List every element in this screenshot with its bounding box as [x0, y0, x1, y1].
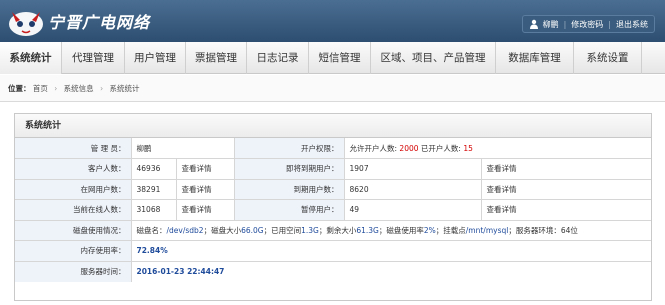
breadcrumb-current: 系统统计 — [109, 84, 140, 93]
separator: | — [563, 19, 567, 29]
expired-label: 到期用户数： — [234, 179, 345, 200]
stats-panel: 系统统计 管 理 员： 柳鹏 开户权限： 允许开户人数: 2000 已开户人数:… — [14, 113, 652, 301]
disk-label: 磁盘使用情况： — [15, 220, 132, 241]
disk-mount: /mnt/mysql — [465, 225, 509, 235]
memory-value: 72.84% — [131, 240, 651, 262]
disk-text: ；磁盘大小 — [203, 225, 242, 235]
server-time-value: 2016-01-23 22:44:47 — [136, 267, 225, 276]
disk-text: ；挂载点 — [435, 225, 466, 235]
breadcrumb-system-info[interactable]: 系统信息 — [64, 84, 94, 93]
disk-used: 1.3G — [301, 225, 319, 235]
disk-text: ；服务器环境：64位 — [508, 225, 578, 235]
disk-text: ；磁盘使用率 — [378, 225, 424, 235]
admin-value: 柳鹏 — [131, 138, 235, 159]
breadcrumb: 位置： 首页 › 系统信息 › 系统统计 — [0, 75, 665, 102]
customers-label: 客户人数： — [15, 158, 132, 180]
menu-item-database-management[interactable]: 数据库管理 — [496, 42, 574, 74]
current-online-label: 当前在线人数： — [15, 199, 132, 221]
disk-free: 61.3G — [356, 225, 379, 235]
main-menu: 系统统计 代理管理 用户管理 票据管理 日志记录 短信管理 区域、项目、产品管理… — [0, 42, 665, 74]
change-password-link[interactable]: 修改密码 — [571, 19, 603, 30]
disk-text: ；剩余大小 — [318, 225, 357, 235]
admin-label: 管 理 员： — [15, 138, 132, 159]
menu-item-agent-management[interactable]: 代理管理 — [62, 42, 125, 74]
current-detail-link[interactable]: 查看详情 — [176, 199, 235, 221]
menu-item-user-management[interactable]: 用户管理 — [125, 42, 186, 74]
table-row: 管 理 员： 柳鹏 开户权限： 允许开户人数: 2000 已开户人数: 15 — [15, 138, 651, 159]
online-value: 38291 — [131, 179, 177, 200]
customers-detail-link[interactable]: 查看详情 — [176, 158, 235, 180]
table-row: 客户人数： 46936 查看详情 即将到期用户： 1907 查看详情 — [15, 158, 651, 180]
table-row: 服务器时间： 2016-01-23 22:44:47 — [15, 261, 651, 282]
brand-name: 宁晋广电网络 — [48, 13, 151, 32]
expiring-label: 即将到期用户： — [234, 158, 345, 180]
perm-text-allowed: 允许开户人数: — [349, 143, 400, 153]
expired-detail-link[interactable]: 查看详情 — [481, 179, 651, 200]
paused-detail-link[interactable]: 查看详情 — [481, 199, 651, 221]
perm-label: 开户权限： — [234, 138, 345, 159]
logout-link[interactable]: 退出系统 — [616, 19, 648, 30]
disk-text: ；已用空间 — [263, 225, 302, 235]
online-detail-link[interactable]: 查看详情 — [176, 179, 235, 200]
logo-icon — [6, 4, 46, 38]
header: 宁晋广电网络 柳鹏 | 修改密码 | 退出系统 — [0, 0, 665, 42]
disk-rate: 2% — [423, 225, 436, 235]
menu-item-ticket-management[interactable]: 票据管理 — [186, 42, 247, 74]
table-row: 内存使用率： 72.84% — [15, 240, 651, 262]
menu-item-logs[interactable]: 日志记录 — [247, 42, 309, 74]
perm-text-opened: 已开户人数: — [418, 143, 464, 153]
current-online-value: 31068 — [131, 199, 177, 221]
expiring-detail-link[interactable]: 查看详情 — [481, 158, 651, 180]
perm-opened-count: 15 — [463, 143, 473, 153]
breadcrumb-prefix: 位置： — [8, 84, 31, 93]
customers-value: 46936 — [131, 158, 177, 180]
brand-logo: 宁晋广电网络 — [6, 4, 150, 38]
paused-label: 暂停用户： — [234, 199, 345, 221]
user-icon — [529, 19, 538, 29]
menu-item-sms-management[interactable]: 短信管理 — [309, 42, 371, 74]
paused-value: 49 — [344, 199, 482, 221]
user-bar: 柳鹏 | 修改密码 | 退出系统 — [521, 15, 655, 33]
breadcrumb-arrow-icon: › — [54, 84, 58, 93]
table-row: 在网用户数： 38291 查看详情 到期用户数： 8620 查看详情 — [15, 179, 651, 200]
disk-size: 66.0G — [241, 225, 264, 235]
expiring-value: 1907 — [344, 158, 482, 180]
menu-item-region-project-product[interactable]: 区域、项目、产品管理 — [371, 42, 496, 74]
separator: | — [608, 19, 611, 29]
perm-value: 允许开户人数: 2000 已开户人数: 15 — [344, 138, 651, 159]
server-time-label: 服务器时间： — [15, 261, 132, 282]
breadcrumb-arrow-icon: › — [100, 84, 104, 93]
menu-item-system-settings[interactable]: 系统设置 — [574, 42, 642, 74]
username[interactable]: 柳鹏 — [543, 19, 559, 30]
expired-value: 8620 — [344, 179, 482, 200]
disk-name: /dev/sdb2 — [166, 225, 204, 235]
breadcrumb-home[interactable]: 首页 — [33, 84, 48, 93]
table-row: 当前在线人数： 31068 查看详情 暂停用户： 49 查看详情 — [15, 199, 651, 221]
online-label: 在网用户数： — [15, 179, 132, 200]
disk-text: 磁盘名： — [136, 225, 167, 235]
menu-item-system-stats[interactable]: 系统统计 — [0, 42, 62, 74]
table-row: 磁盘使用情况： 磁盘名：/dev/sdb2；磁盘大小66.0G；已用空间1.3G… — [15, 220, 651, 241]
perm-allowed-count: 2000 — [399, 143, 419, 153]
disk-value: 磁盘名：/dev/sdb2；磁盘大小66.0G；已用空间1.3G；剩余大小61.… — [131, 220, 651, 241]
memory-label: 内存使用率： — [15, 240, 132, 262]
stats-table: 管 理 员： 柳鹏 开户权限： 允许开户人数: 2000 已开户人数: 15 客… — [15, 138, 651, 282]
panel-title: 系统统计 — [15, 114, 651, 138]
